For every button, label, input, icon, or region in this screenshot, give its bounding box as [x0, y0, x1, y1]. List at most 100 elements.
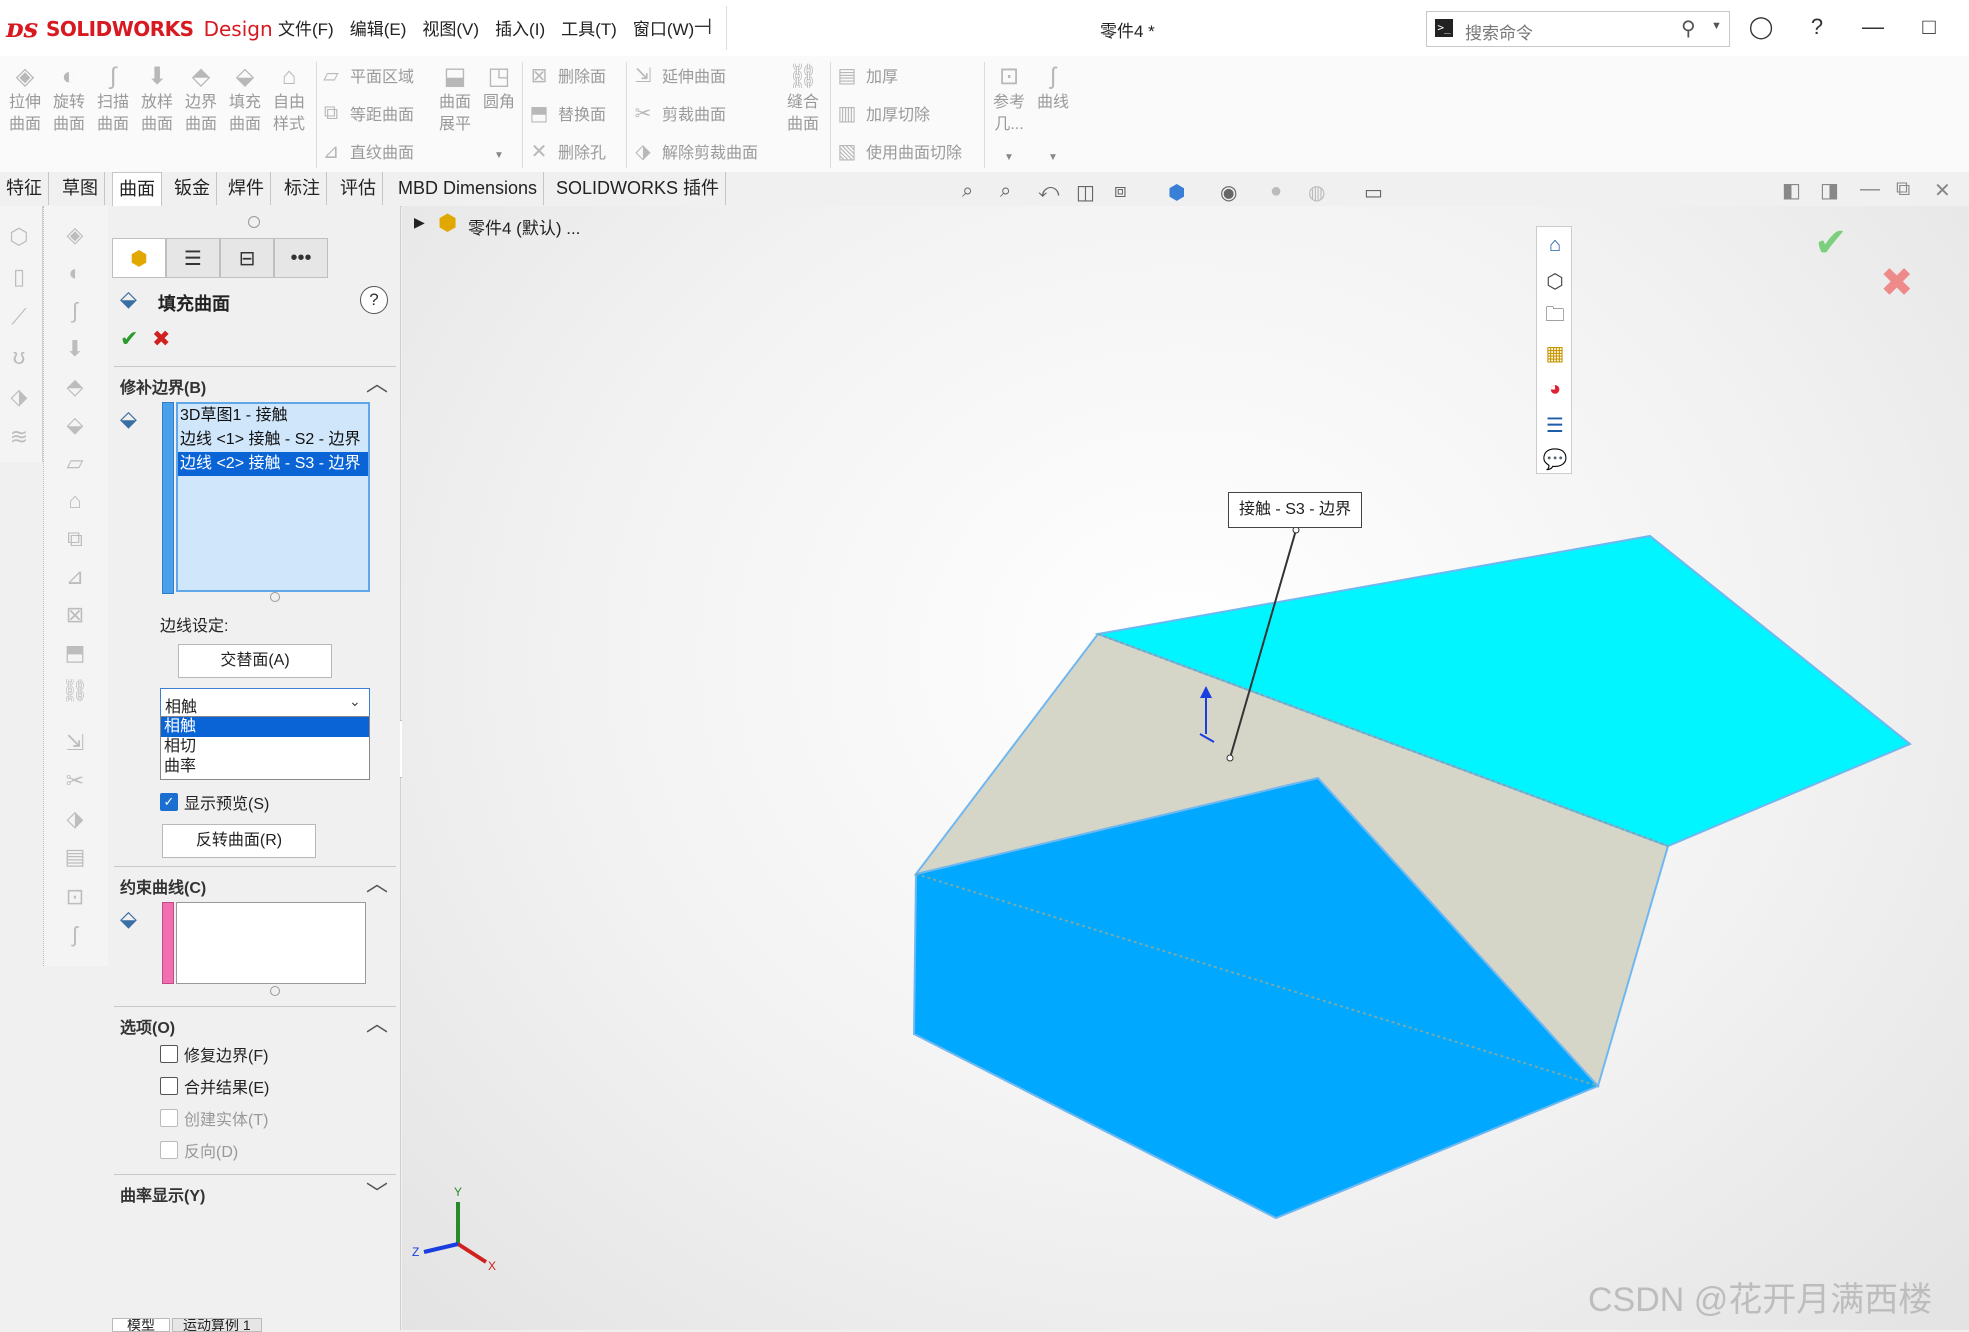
menu-file[interactable]: 文件(F): [270, 16, 342, 44]
revolve-surface-button[interactable]: ◐ 旋转 曲面: [48, 62, 90, 136]
model-canvas[interactable]: Y X Z: [402, 206, 1969, 1330]
ruled-surface-button[interactable]: ⊿ 直纹曲面: [318, 136, 414, 166]
view-palette-icon[interactable]: ▦: [1539, 337, 1571, 369]
fill-surface-icon[interactable]: ⬙: [60, 410, 90, 440]
list-item[interactable]: 边线 <1> 接触 - S2 - 边界: [178, 428, 368, 452]
doc-minimize-icon[interactable]: —: [1860, 178, 1880, 201]
section-curvature-display[interactable]: 曲率显示(Y): [120, 1182, 205, 1206]
sketch-tool-icon[interactable]: ⟋: [4, 302, 34, 332]
curves-icon[interactable]: ʃ: [60, 920, 90, 950]
knit-surface-button[interactable]: ⛓ 缝合 曲面: [782, 62, 824, 136]
user-icon[interactable]: ◯: [1748, 14, 1774, 40]
surface-tool-icon[interactable]: ▯: [4, 262, 34, 292]
reference-geometry-icon[interactable]: ⊡: [60, 882, 90, 912]
confirm-corner-cancel-icon[interactable]: ✖: [1880, 260, 1914, 306]
tab-property-manager[interactable]: ☰: [166, 238, 220, 278]
section-constraint-curves[interactable]: 约束曲线(C): [120, 874, 206, 898]
freeform-button[interactable]: ⌂ 自由 样式: [268, 62, 310, 136]
untrim-surface-button[interactable]: ⬗ 解除剪裁曲面: [630, 136, 758, 166]
chevron-down-icon[interactable]: ▼: [1048, 152, 1058, 163]
revolve-surface-icon[interactable]: ◐: [60, 258, 90, 288]
zoom-to-fit-icon[interactable]: ⌕: [962, 180, 973, 203]
offset-surface-button[interactable]: ⧉ 等距曲面: [318, 98, 414, 128]
collapse-chevron-icon[interactable]: ︿: [366, 366, 388, 398]
sweep-surface-icon[interactable]: ∫: [60, 296, 90, 326]
constraint-curves-list[interactable]: [176, 902, 366, 984]
thicken-button[interactable]: ▤ 加厚: [834, 60, 898, 90]
design-library-icon[interactable]: ⬡: [1539, 265, 1571, 297]
file-explorer-icon[interactable]: 🗀: [1539, 301, 1571, 333]
curves-button[interactable]: ʃ 曲线: [1032, 62, 1074, 114]
fill-surface-button[interactable]: ⬙ 填充 曲面: [224, 62, 266, 136]
graphics-area[interactable]: Y X Z ▶ ⬢ 零件4 (默认) ... ✔ ✖ 接触 - S3 - 边界 …: [402, 206, 1969, 1330]
minimize-icon[interactable]: —: [1860, 14, 1886, 40]
home-icon[interactable]: ⌂: [1539, 229, 1571, 261]
menu-edit[interactable]: 编辑(E): [342, 16, 415, 44]
section-patch-boundary[interactable]: 修补边界(B): [120, 374, 206, 398]
curve-tool-icon[interactable]: ʊ: [4, 342, 34, 372]
offset-surface-icon[interactable]: ⧉: [60, 524, 90, 554]
tab-evaluate[interactable]: 评估: [334, 172, 383, 205]
extrude-surface-button[interactable]: ◈ 拉伸 曲面: [4, 62, 46, 136]
extend-surface-icon[interactable]: ⇲: [60, 728, 90, 758]
collapse-chevron-icon[interactable]: ︿: [366, 1006, 388, 1038]
fix-boundary-checkbox[interactable]: 修复边界(F): [160, 1042, 268, 1066]
extrude-surface-icon[interactable]: ◈: [60, 220, 90, 250]
trim-surface-icon[interactable]: ✂: [60, 766, 90, 796]
flip-surface-button[interactable]: 反转曲面(R): [162, 824, 316, 858]
delete-face-button[interactable]: ⊠ 删除面: [526, 60, 606, 90]
forum-icon[interactable]: 💬: [1539, 443, 1571, 475]
resize-grip-icon[interactable]: [270, 986, 280, 996]
menu-window[interactable]: 窗口(W): [625, 16, 702, 44]
reference-geometry-button[interactable]: ⊡ 参考 几...: [988, 62, 1030, 136]
tab-weldments[interactable]: 焊件: [222, 172, 271, 205]
display-style-icon[interactable]: ⬢: [1168, 180, 1185, 205]
tab-sketch[interactable]: 草图: [56, 172, 105, 205]
help-icon[interactable]: ?: [1804, 14, 1830, 40]
dropdown-option-tangent[interactable]: 相切: [161, 737, 369, 757]
search-commands-input[interactable]: >_ 搜索命令 ⚲ ▼: [1426, 11, 1730, 47]
thicken-cut-button[interactable]: ▥ 加厚切除: [834, 98, 930, 128]
helix-tool-icon[interactable]: ≋: [4, 422, 34, 452]
delete-hole-button[interactable]: ✕ 删除孔: [526, 136, 606, 166]
replace-face-button[interactable]: ⬒ 替换面: [526, 98, 606, 128]
ok-button[interactable]: ✔: [120, 326, 138, 352]
appearances-icon[interactable]: ◕: [1539, 373, 1571, 405]
maximize-icon[interactable]: □: [1916, 14, 1942, 40]
confirm-corner-ok-icon[interactable]: ✔: [1814, 220, 1848, 266]
tab-sheet-metal[interactable]: 钣金: [168, 172, 217, 205]
untrim-surface-icon[interactable]: ⬗: [60, 804, 90, 834]
dropdown-option-curvature[interactable]: 曲率: [161, 757, 369, 777]
help-icon[interactable]: ?: [360, 286, 388, 314]
merge-result-checkbox[interactable]: 合并结果(E): [160, 1074, 269, 1098]
apply-scene-icon[interactable]: ◍: [1308, 180, 1325, 205]
loft-surface-button[interactable]: ⬇ 放样 曲面: [136, 62, 178, 136]
edge-condition-select[interactable]: 相触 ⌄: [160, 688, 370, 718]
show-preview-checkbox[interactable]: ✓ 显示预览(S): [160, 790, 269, 814]
tab-feature-tree[interactable]: ⬢: [112, 238, 166, 278]
panel-grip-icon[interactable]: [248, 216, 260, 228]
surface-cut-button[interactable]: ▧ 使用曲面切除: [834, 136, 962, 166]
loft-surface-icon[interactable]: ⬇: [60, 334, 90, 364]
surface-tool-icon[interactable]: ⬗: [4, 382, 34, 412]
ruled-surface-icon[interactable]: ⊿: [60, 562, 90, 592]
expand-tree-icon[interactable]: ▶: [414, 214, 425, 231]
menu-view[interactable]: 视图(V): [414, 16, 487, 44]
chevron-down-icon[interactable]: ▼: [1004, 152, 1014, 163]
tab-features[interactable]: 特征: [0, 172, 49, 205]
tile-left-icon[interactable]: ◧: [1782, 178, 1801, 203]
edge-callout[interactable]: 接触 - S3 - 边界: [1228, 492, 1362, 528]
fillet-button[interactable]: ◳ 圆角: [478, 62, 520, 114]
collapse-chevron-icon[interactable]: ︿: [366, 866, 388, 898]
freeform-icon[interactable]: ⌂: [60, 486, 90, 516]
previous-view-icon[interactable]: ⤺: [1038, 180, 1059, 203]
tab-more[interactable]: •••: [274, 238, 328, 278]
cancel-button[interactable]: ✖: [152, 326, 170, 352]
tab-surfaces[interactable]: 曲面: [112, 172, 162, 207]
flatten-surface-button[interactable]: ⬓ 曲面 展平: [434, 62, 476, 136]
search-icon[interactable]: ⚲: [1681, 16, 1696, 41]
app-logo[interactable]: ᴅs SOLIDWORKS Design: [6, 14, 273, 44]
knit-surface-icon[interactable]: ⛓: [60, 676, 90, 706]
replace-face-icon[interactable]: ⬒: [60, 638, 90, 668]
alternate-face-button[interactable]: 交替面(A): [178, 644, 332, 678]
